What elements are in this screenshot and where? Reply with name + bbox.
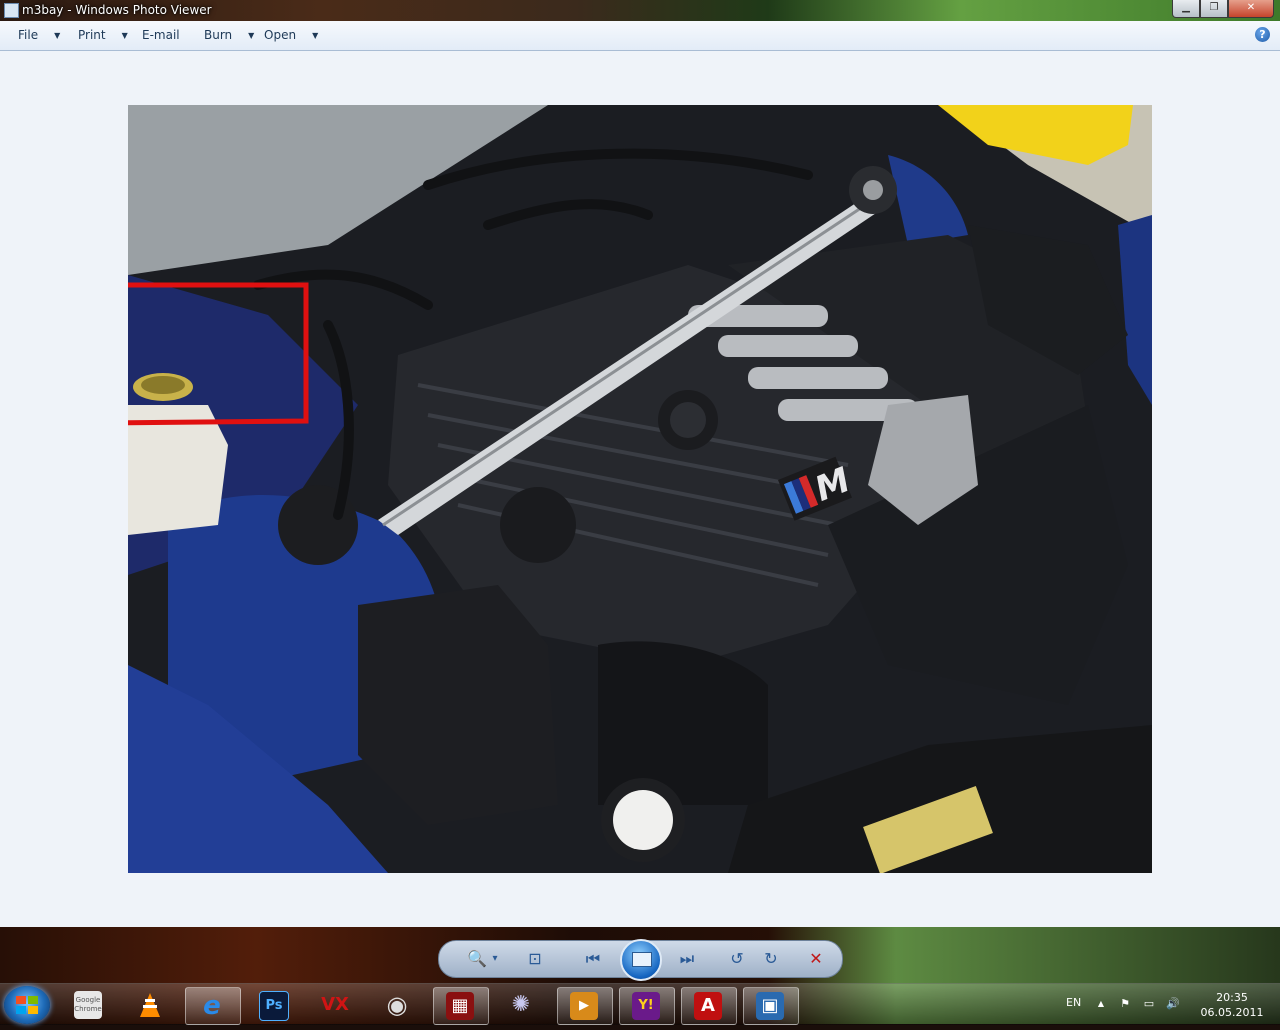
help-icon[interactable]: ? [1255, 27, 1270, 42]
zoom-icon[interactable]: 🔍 [467, 949, 487, 969]
show-hidden-icons-icon[interactable]: ▲ [1094, 997, 1108, 1011]
window-title: m3bay - Windows Photo Viewer [22, 3, 212, 17]
film-icon: ▦ [446, 992, 474, 1020]
media-player-icon: ▶ [570, 992, 598, 1020]
taskbar-disc-app[interactable]: ◉ [371, 987, 425, 1023]
language-indicator[interactable]: EN [1066, 996, 1081, 1009]
windows-taskbar: Google Chrome e Ps VX ◉ ▦ ✺ ▶ Y! A ▣ EN … [0, 983, 1280, 1025]
delete-icon[interactable]: ✕ [806, 949, 826, 969]
engine-bay-illustration: M [128, 105, 1152, 873]
restore-button[interactable]: ❐ [1200, 0, 1228, 18]
taskbar-vlc[interactable] [124, 987, 178, 1023]
taskbar-photo-viewer[interactable]: ▣ [743, 987, 799, 1025]
taskbar-internet-explorer[interactable]: e [185, 987, 241, 1025]
rotate-counterclockwise-icon[interactable]: ↺ [727, 949, 747, 969]
chevron-down-icon: ▼ [312, 30, 319, 40]
chrome-icon: Google Chrome [74, 991, 102, 1019]
rotate-clockwise-icon[interactable]: ↻ [761, 949, 781, 969]
start-button[interactable] [4, 986, 50, 1024]
minimize-button[interactable]: ▁ [1172, 0, 1200, 18]
photoshop-icon: Ps [259, 991, 289, 1021]
clock-date: 06.05.2011 [1200, 1006, 1264, 1019]
disc-icon: ◉ [386, 991, 408, 1019]
volume-icon[interactable]: 🔊 [1166, 997, 1180, 1011]
slideshow-icon [632, 952, 652, 967]
window-controls: ▁ ❐ ✕ [1172, 0, 1274, 18]
chevron-down-icon: ▼ [54, 30, 61, 40]
menu-print-label: Print [78, 28, 106, 42]
taskbar-film-app[interactable]: ▦ [433, 987, 489, 1025]
close-button[interactable]: ✕ [1228, 0, 1274, 18]
action-center-flag-icon[interactable]: ⚑ [1118, 997, 1132, 1011]
menu-email-label: E-mail [142, 28, 180, 42]
windows-logo-icon [16, 996, 38, 1014]
title-bar: m3bay - Windows Photo Viewer ▁ ❐ ✕ [0, 0, 1280, 21]
menu-bar: File ▼ Print ▼ E-mail Burn ▼ Open ▼ ? [0, 21, 1280, 51]
next-icon[interactable]: ⏭ [677, 949, 697, 969]
taskbar-yahoo-messenger[interactable]: Y! [619, 987, 675, 1025]
network-icon[interactable]: ▭ [1142, 997, 1156, 1011]
engine-bay-photo: M [128, 105, 1152, 873]
taskbar-network-app[interactable]: ✺ [495, 987, 549, 1023]
image-viewer-area: M [0, 51, 1280, 927]
photo-viewer-app-icon[interactable] [4, 3, 19, 18]
photo-viewer-icon: ▣ [756, 992, 784, 1020]
internet-explorer-icon: e [203, 991, 221, 1021]
yahoo-messenger-icon: Y! [632, 992, 660, 1020]
menu-print[interactable]: Print ▼ [78, 28, 128, 42]
chevron-down-icon: ▼ [121, 30, 128, 40]
menu-file[interactable]: File ▼ [18, 28, 60, 42]
actual-size-icon[interactable]: ⊡ [525, 949, 545, 969]
taskbar-photoshop[interactable]: Ps [247, 987, 301, 1023]
acrobat-icon: A [694, 992, 722, 1020]
vx-app-icon: VX [321, 994, 349, 1015]
menu-email[interactable]: E-mail [142, 28, 180, 42]
menu-open-label: Open [264, 28, 297, 42]
slideshow-button[interactable] [620, 939, 662, 981]
taskbar-vx[interactable]: VX [309, 987, 363, 1023]
system-clock[interactable]: 20:35 06.05.2011 [1196, 990, 1268, 1020]
network-icon: ✺ [511, 992, 531, 1017]
clock-time: 20:35 [1216, 991, 1248, 1004]
previous-icon[interactable]: ⏮ [583, 949, 603, 969]
chevron-down-icon: ▼ [248, 30, 255, 40]
taskbar-chrome[interactable]: Google Chrome [62, 987, 116, 1023]
viewer-control-bar: 🔍 ▾ ⊡ ⏮ ⏭ ↺ ↻ ✕ [438, 939, 843, 981]
taskbar-acrobat[interactable]: A [681, 987, 737, 1025]
menu-burn[interactable]: Burn ▼ [204, 28, 254, 42]
menu-open[interactable]: Open ▼ [264, 28, 318, 42]
menu-file-label: File [18, 28, 39, 42]
taskbar-media-app[interactable]: ▶ [557, 987, 613, 1025]
menu-burn-label: Burn [204, 28, 233, 42]
chevron-down-icon[interactable]: ▾ [485, 949, 505, 969]
vlc-cone-icon [136, 991, 164, 1019]
